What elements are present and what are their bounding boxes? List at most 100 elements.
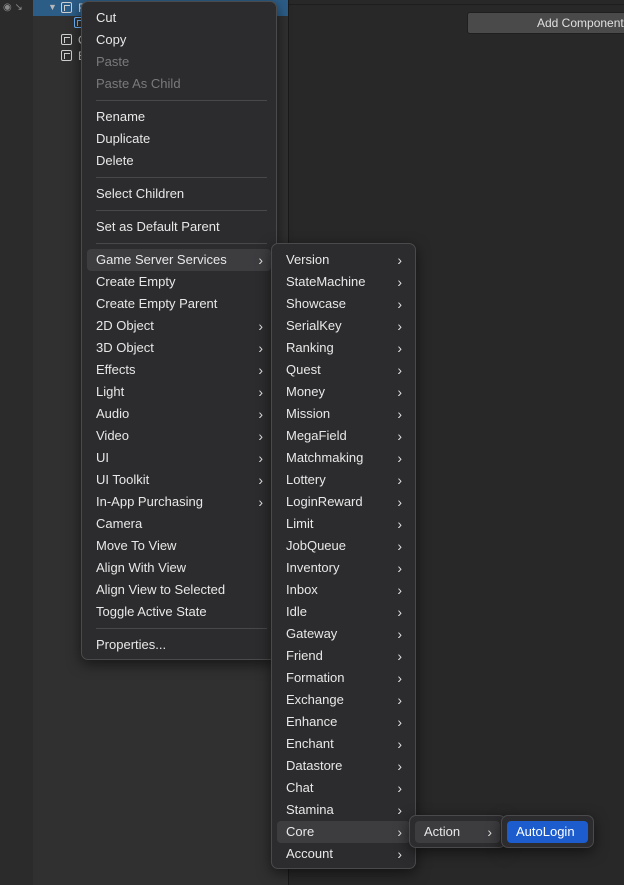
menu-item-label: Inbox — [286, 582, 318, 597]
menu-item-version[interactable]: Version › — [277, 249, 410, 271]
menu-item-delete[interactable]: Delete — [87, 150, 271, 172]
menu-item-cut[interactable]: Cut — [87, 7, 271, 29]
menu-item-exchange[interactable]: Exchange › — [277, 689, 410, 711]
menu-item-select-children[interactable]: Select Children — [87, 183, 271, 205]
menu-item-toggle-active-state[interactable]: Toggle Active State — [87, 601, 271, 623]
menu-item-action[interactable]: Action › — [415, 821, 500, 843]
menu-item-move-to-view[interactable]: Move To View — [87, 535, 271, 557]
menu-separator — [96, 243, 267, 244]
menu-item-label: UI Toolkit — [96, 472, 150, 487]
menu-item-create-empty[interactable]: Create Empty — [87, 271, 271, 293]
chevron-right-icon: › — [397, 274, 402, 290]
menu-item-label: Create Empty Parent — [96, 296, 218, 311]
menu-item-label: Account — [286, 846, 333, 861]
menu-item-statemachine[interactable]: StateMachine › — [277, 271, 410, 293]
menu-item-label: Toggle Active State — [96, 604, 207, 619]
chevron-right-icon: › — [258, 318, 263, 334]
menu-item-gateway[interactable]: Gateway › — [277, 623, 410, 645]
menu-item-light[interactable]: Light › — [87, 381, 271, 403]
menu-item-mission[interactable]: Mission › — [277, 403, 410, 425]
menu-item-loginreward[interactable]: LoginReward › — [277, 491, 410, 513]
menu-item-megafield[interactable]: MegaField › — [277, 425, 410, 447]
menu-item-label: Create Empty — [96, 274, 176, 289]
menu-item-set-as-default-parent[interactable]: Set as Default Parent — [87, 216, 271, 238]
menu-item-label: AutoLogin — [516, 824, 575, 839]
menu-item-inventory[interactable]: Inventory › — [277, 557, 410, 579]
chevron-right-icon: › — [397, 252, 402, 268]
visibility-column — [0, 0, 33, 885]
menu-item-3d-object[interactable]: 3D Object › — [87, 337, 271, 359]
add-component-button[interactable]: Add Component — [467, 12, 624, 34]
menu-item-autologin[interactable]: AutoLogin — [507, 821, 588, 843]
inspector-divider — [289, 4, 624, 5]
menu-item-lottery[interactable]: Lottery › — [277, 469, 410, 491]
menu-item-2d-object[interactable]: 2D Object › — [87, 315, 271, 337]
menu-item-label: Cut — [96, 10, 117, 25]
menu-item-align-with-view[interactable]: Align With View — [87, 557, 271, 579]
chevron-right-icon: › — [487, 824, 492, 840]
menu-item-matchmaking[interactable]: Matchmaking › — [277, 447, 410, 469]
menu-item-in-app-purchasing[interactable]: In-App Purchasing › — [87, 491, 271, 513]
menu-item-label: Stamina — [286, 802, 334, 817]
menu-item-label: UI — [96, 450, 109, 465]
menu-item-rename[interactable]: Rename — [87, 106, 271, 128]
menu-item-ranking[interactable]: Ranking › — [277, 337, 410, 359]
menu-item-jobqueue[interactable]: JobQueue › — [277, 535, 410, 557]
menu-item-account[interactable]: Account › — [277, 843, 410, 865]
menu-item-quest[interactable]: Quest › — [277, 359, 410, 381]
menu-item-money[interactable]: Money › — [277, 381, 410, 403]
chevron-right-icon: › — [397, 670, 402, 686]
menu-item-label: Friend — [286, 648, 323, 663]
menu-item-label: Paste As Child — [96, 76, 181, 91]
menu-item-camera[interactable]: Camera — [87, 513, 271, 535]
chevron-right-icon: › — [397, 538, 402, 554]
menu-item-ui[interactable]: UI › — [87, 447, 271, 469]
menu-separator — [96, 210, 267, 211]
menu-separator — [96, 628, 267, 629]
menu-item-effects[interactable]: Effects › — [87, 359, 271, 381]
menu-item-properties[interactable]: Properties... — [87, 634, 271, 656]
menu-item-datastore[interactable]: Datastore › — [277, 755, 410, 777]
menu-item-label: Set as Default Parent — [96, 219, 220, 234]
chevron-right-icon: › — [397, 472, 402, 488]
menu-item-label: Ranking — [286, 340, 334, 355]
menu-item-create-empty-parent[interactable]: Create Empty Parent — [87, 293, 271, 315]
menu-item-paste-as-child: Paste As Child — [87, 73, 271, 95]
menu-item-limit[interactable]: Limit › — [277, 513, 410, 535]
menu-item-inbox[interactable]: Inbox › — [277, 579, 410, 601]
menu-item-label: Matchmaking — [286, 450, 364, 465]
menu-item-core[interactable]: Core › — [277, 821, 410, 843]
gameobject-cube-icon — [61, 50, 72, 61]
menu-item-showcase[interactable]: Showcase › — [277, 293, 410, 315]
menu-item-audio[interactable]: Audio › — [87, 403, 271, 425]
menu-item-ui-toolkit[interactable]: UI Toolkit › — [87, 469, 271, 491]
menu-item-formation[interactable]: Formation › — [277, 667, 410, 689]
chevron-right-icon: › — [397, 736, 402, 752]
menu-item-enchant[interactable]: Enchant › — [277, 733, 410, 755]
chevron-right-icon: › — [397, 780, 402, 796]
menu-item-enhance[interactable]: Enhance › — [277, 711, 410, 733]
menu-item-align-view-to-selected[interactable]: Align View to Selected — [87, 579, 271, 601]
gameobject-cube-icon — [61, 2, 72, 13]
chevron-right-icon: › — [397, 384, 402, 400]
chevron-right-icon: › — [397, 648, 402, 664]
menu-item-game-server-services[interactable]: Game Server Services › — [87, 249, 271, 271]
menu-item-serialkey[interactable]: SerialKey › — [277, 315, 410, 337]
menu-item-label: Audio — [96, 406, 130, 421]
menu-item-label: Action — [424, 824, 461, 839]
menu-item-friend[interactable]: Friend › — [277, 645, 410, 667]
chevron-right-icon: › — [258, 450, 263, 466]
chevron-right-icon: › — [397, 362, 402, 378]
menu-item-chat[interactable]: Chat › — [277, 777, 410, 799]
menu-item-label: Duplicate — [96, 131, 151, 146]
menu-item-stamina[interactable]: Stamina › — [277, 799, 410, 821]
eye-icon[interactable]: ◉ ↘ — [3, 2, 31, 14]
menu-item-copy[interactable]: Copy — [87, 29, 271, 51]
menu-item-video[interactable]: Video › — [87, 425, 271, 447]
chevron-right-icon: › — [258, 428, 263, 444]
menu-separator — [96, 177, 267, 178]
menu-item-duplicate[interactable]: Duplicate — [87, 128, 271, 150]
expand-triangle-icon[interactable]: ▼ — [48, 2, 57, 12]
menu-item-label: Gateway — [286, 626, 338, 641]
menu-item-idle[interactable]: Idle › — [277, 601, 410, 623]
